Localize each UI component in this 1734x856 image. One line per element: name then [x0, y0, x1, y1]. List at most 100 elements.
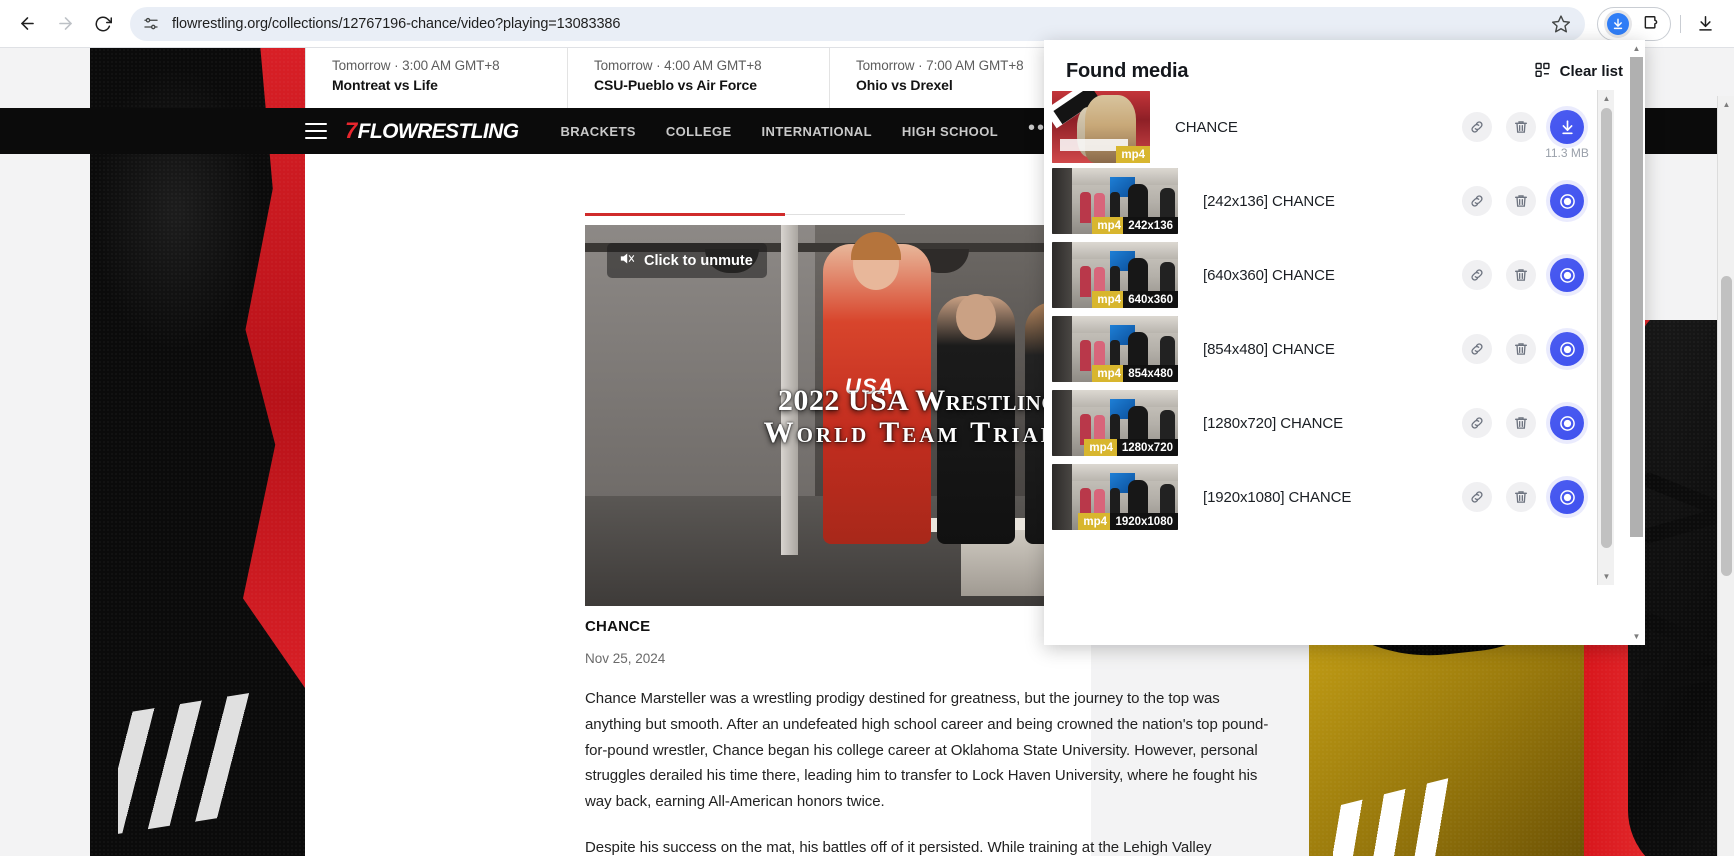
thumb-resolution-badge: 1280x720 [1116, 439, 1178, 456]
link-icon[interactable] [1462, 112, 1492, 142]
reload-button[interactable] [86, 7, 120, 41]
panel-scroll-thumb[interactable] [1630, 57, 1643, 537]
page-scroll-thumb[interactable] [1721, 276, 1732, 576]
toolbar-divider [1680, 14, 1681, 33]
trash-icon[interactable] [1506, 408, 1536, 438]
record-button[interactable] [1550, 406, 1584, 440]
thumb-format-badge: mp4 [1092, 217, 1126, 234]
event-time: Tomorrow · 3:00 AM GMT+8 [332, 58, 500, 73]
link-icon[interactable] [1462, 260, 1492, 290]
list-scroll-thumb[interactable] [1601, 108, 1612, 548]
left-shoe-ad-image [90, 48, 305, 856]
media-thumbnail[interactable]: mp4 640x360 [1052, 242, 1178, 308]
event-time: Tomorrow · 4:00 AM GMT+8 [594, 58, 762, 73]
video-downloader-icon [1607, 12, 1629, 35]
media-thumbnail[interactable]: mp4 854x480 [1052, 316, 1178, 382]
clear-list-label: Clear list [1559, 62, 1623, 80]
back-button[interactable] [10, 7, 44, 41]
download-size-label: 11.3 MB [1545, 146, 1589, 160]
media-row-actions: 11.3 MB [1462, 110, 1589, 160]
panel-scroll-down-arrow[interactable]: ▼ [1628, 628, 1645, 645]
address-bar[interactable]: flowrestling.org/collections/12767196-ch… [130, 6, 1585, 41]
nav-link-international[interactable]: INTERNATIONAL [762, 124, 872, 139]
upcoming-events-bar: Tomorrow · 3:00 AM GMT+8 Montreat vs Lif… [305, 48, 1091, 108]
nav-link-high-school[interactable]: HIGH SCHOOL [902, 124, 998, 139]
found-media-list[interactable]: mp4 CHANCE 11.3 MB mp4 242x136 [242x136]… [1044, 90, 1614, 585]
trash-icon[interactable] [1506, 482, 1536, 512]
star-icon[interactable] [1551, 14, 1571, 34]
left-ad-rail[interactable] [0, 48, 305, 856]
media-name: [1280x720] CHANCE [1203, 414, 1344, 432]
found-media-panel: Found media Clear list mp4 CHANCE 11.3 M… [1044, 40, 1645, 645]
thumb-format-badge: mp4 [1078, 513, 1112, 530]
media-name: [1920x1080] CHANCE [1203, 488, 1352, 506]
link-icon[interactable] [1462, 186, 1492, 216]
list-scroll-down-arrow[interactable]: ▼ [1598, 568, 1615, 585]
clear-list-button[interactable]: Clear list [1534, 61, 1623, 82]
media-list-scrollbar[interactable]: ▲ ▼ [1597, 90, 1614, 585]
logo-bolt-icon: 7 [345, 118, 357, 143]
link-icon[interactable] [1462, 482, 1492, 512]
media-thumbnail[interactable]: mp4 1920x1080 [1052, 464, 1178, 530]
flowrestling-logo[interactable]: 7 FLO WRESTLING [345, 118, 519, 144]
thumb-resolution-badge: 242x136 [1123, 217, 1178, 234]
media-row[interactable]: mp4 854x480 [854x480] CHANCE [1044, 312, 1614, 386]
record-button[interactable] [1550, 258, 1584, 292]
thumb-format-badge: mp4 [1084, 439, 1118, 456]
mute-icon [618, 250, 644, 271]
media-row[interactable]: mp4 1280x720 [1280x720] CHANCE [1044, 386, 1614, 460]
forward-button[interactable] [48, 7, 82, 41]
article-paragraph-2: Despite his success on the mat, his batt… [585, 838, 1212, 856]
article-paragraph-1: Chance Marsteller was a wrestling prodig… [585, 690, 1269, 811]
video-downloader-extension-button[interactable] [1604, 9, 1632, 38]
media-row[interactable]: mp4 CHANCE 11.3 MB [1044, 90, 1614, 164]
media-name: [640x360] CHANCE [1203, 266, 1335, 284]
thumb-format-badge: mp4 [1092, 365, 1126, 382]
event-match: Ohio vs Drexel [856, 77, 953, 93]
trash-icon[interactable] [1506, 334, 1536, 364]
downloads-button[interactable] [1690, 9, 1720, 39]
unmute-label: Click to unmute [644, 252, 753, 269]
download-button[interactable]: 11.3 MB [1545, 110, 1589, 160]
link-icon[interactable] [1462, 408, 1492, 438]
media-row-actions [1462, 406, 1584, 440]
page-scrollbar[interactable]: ▲ ▼ [1717, 96, 1734, 856]
grid-list-icon [1534, 61, 1551, 82]
extensions-button[interactable] [1636, 10, 1664, 38]
thumb-resolution-badge: 854x480 [1123, 365, 1178, 382]
event-card[interactable]: Tomorrow · 3:00 AM GMT+8 Montreat vs Lif… [305, 48, 567, 108]
site-settings-icon[interactable] [142, 15, 160, 33]
extensions-pill [1597, 6, 1671, 41]
record-button[interactable] [1550, 184, 1584, 218]
panel-scrollbar[interactable]: ▲ ▼ [1628, 40, 1645, 645]
media-row-actions [1462, 480, 1584, 514]
page-scroll-up-arrow[interactable]: ▲ [1718, 96, 1734, 113]
nav-link-brackets[interactable]: BRACKETS [560, 124, 635, 139]
thumb-resolution-badge: 640x360 [1123, 291, 1178, 308]
media-row-actions [1462, 258, 1584, 292]
media-thumbnail[interactable]: mp4 [1052, 91, 1150, 163]
trash-icon[interactable] [1506, 112, 1536, 142]
record-button[interactable] [1550, 332, 1584, 366]
list-scroll-up-arrow[interactable]: ▲ [1598, 90, 1615, 107]
event-time: Tomorrow · 7:00 AM GMT+8 [856, 58, 1024, 73]
media-thumbnail[interactable]: mp4 242x136 [1052, 168, 1178, 234]
panel-scroll-up-arrow[interactable]: ▲ [1628, 40, 1645, 57]
media-name: [242x136] CHANCE [1203, 192, 1335, 210]
link-icon[interactable] [1462, 334, 1492, 364]
tab-underline-track [785, 214, 905, 215]
media-thumbnail[interactable]: mp4 1280x720 [1052, 390, 1178, 456]
media-row[interactable]: mp4 1920x1080 [1920x1080] CHANCE [1044, 460, 1614, 534]
panel-header: Found media Clear list [1044, 40, 1645, 86]
record-button[interactable] [1550, 480, 1584, 514]
thumb-format-badge: mp4 [1092, 291, 1126, 308]
trash-icon[interactable] [1506, 186, 1536, 216]
event-card[interactable]: Tomorrow · 4:00 AM GMT+8 CSU-Pueblo vs A… [567, 48, 829, 108]
url-text[interactable]: flowrestling.org/collections/12767196-ch… [172, 16, 1551, 32]
hamburger-icon[interactable] [305, 123, 327, 139]
media-row[interactable]: mp4 242x136 [242x136] CHANCE [1044, 164, 1614, 238]
nav-link-college[interactable]: COLLEGE [666, 124, 732, 139]
media-row[interactable]: mp4 640x360 [640x360] CHANCE [1044, 238, 1614, 312]
click-to-unmute-button[interactable]: Click to unmute [607, 243, 767, 278]
trash-icon[interactable] [1506, 260, 1536, 290]
